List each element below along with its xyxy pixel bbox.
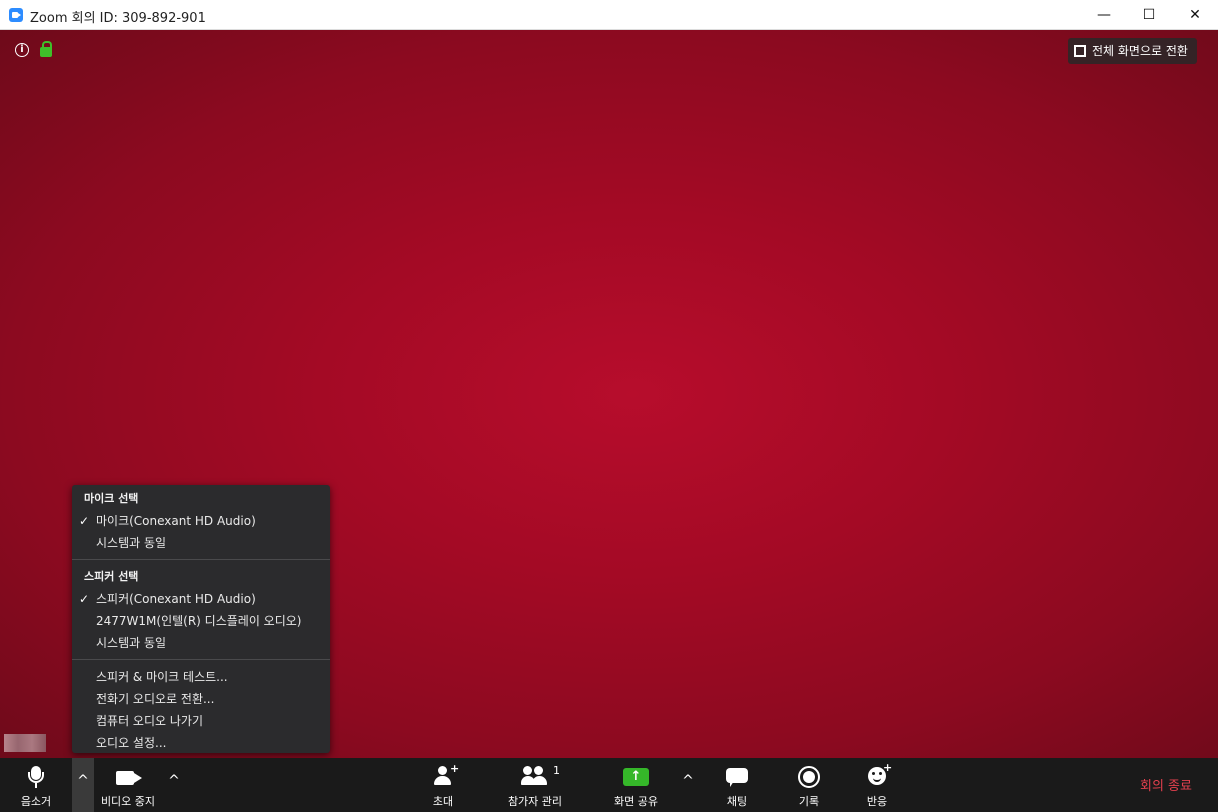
plus-sign: + bbox=[450, 762, 460, 775]
zoom-app-icon bbox=[9, 8, 23, 22]
fullscreen-icon bbox=[1074, 45, 1086, 57]
stop-video-button[interactable]: 비디오 중지 bbox=[96, 758, 160, 812]
chat-label: 채팅 bbox=[726, 795, 748, 808]
menu-item-leave-computer-audio[interactable]: 컴퓨터 오디오 나가기 bbox=[72, 710, 330, 732]
share-screen-icon: ↑ bbox=[623, 766, 649, 786]
microphone-icon bbox=[26, 766, 46, 790]
menu-item-mic-conexant[interactable]: ✓ 마이크(Conexant HD Audio) bbox=[72, 510, 330, 532]
fullscreen-button[interactable]: 전체 화면으로 전환 bbox=[1068, 38, 1197, 64]
menu-divider bbox=[72, 559, 330, 560]
menu-item-label: 2477W1M(인텔(R) 디스플레이 오디오) bbox=[96, 614, 302, 628]
video-options-caret[interactable]: ^ bbox=[163, 758, 185, 812]
record-icon bbox=[798, 766, 820, 788]
check-icon: ✓ bbox=[79, 514, 90, 528]
reactions-button[interactable]: + 반응 bbox=[852, 758, 902, 812]
title-bar: Zoom 회의 ID: 309-892-901 — ☐ ✕ bbox=[0, 0, 1218, 30]
participant-count: 1 bbox=[553, 764, 560, 777]
window-title: Zoom 회의 ID: 309-892-901 bbox=[30, 11, 206, 26]
invite-label: 초대 bbox=[432, 795, 454, 808]
video-camera-icon bbox=[115, 766, 142, 785]
mute-label: 음소거 bbox=[20, 795, 52, 808]
menu-item-label: 전화기 오디오로 전환... bbox=[96, 692, 215, 706]
chat-icon bbox=[726, 766, 748, 787]
stop-video-label: 비디오 중지 bbox=[100, 795, 156, 808]
menu-item-speaker-conexant[interactable]: ✓ 스피커(Conexant HD Audio) bbox=[72, 588, 330, 610]
audio-options-caret[interactable]: ^ bbox=[72, 758, 94, 812]
menu-item-label: 시스템과 동일 bbox=[96, 636, 167, 650]
plus-sign: + bbox=[883, 761, 893, 774]
end-meeting-button[interactable]: 회의 종료 bbox=[1140, 775, 1192, 794]
participants-icon: 1 bbox=[521, 764, 560, 786]
close-button[interactable]: ✕ bbox=[1172, 0, 1218, 30]
share-screen-button[interactable]: ↑ 화면 공유 bbox=[604, 758, 668, 812]
share-screen-label: 화면 공유 bbox=[614, 795, 658, 808]
reactions-label: 반응 bbox=[866, 795, 888, 808]
check-icon: ✓ bbox=[79, 592, 90, 606]
share-arrow: ↑ bbox=[623, 768, 649, 786]
add-person-icon: + bbox=[433, 762, 459, 786]
record-button[interactable]: 기록 bbox=[784, 758, 834, 812]
meeting-toolbar: 음소거 ^ 비디오 중지 ^ + 초대 1 참가자 관리 ↑ 화면 공유 ^ 채… bbox=[0, 758, 1218, 812]
menu-item-mic-system[interactable]: 시스템과 동일 bbox=[72, 532, 330, 554]
mic-select-header: 마이크 선택 bbox=[84, 492, 139, 505]
minimize-button[interactable]: — bbox=[1081, 0, 1127, 30]
lock-icon[interactable] bbox=[40, 41, 52, 57]
menu-item-label: 오디오 설정... bbox=[96, 736, 167, 750]
menu-divider bbox=[72, 659, 330, 660]
invite-button[interactable]: + 초대 bbox=[418, 758, 468, 812]
menu-item-label: 스피커 & 마이크 테스트... bbox=[96, 670, 228, 684]
record-label: 기록 bbox=[798, 795, 820, 808]
menu-item-speaker-system[interactable]: 시스템과 동일 bbox=[72, 632, 330, 654]
participant-name-blurred bbox=[4, 734, 46, 752]
menu-item-speaker-display[interactable]: 2477W1M(인텔(R) 디스플레이 오디오) bbox=[72, 610, 330, 632]
menu-item-label: 마이크(Conexant HD Audio) bbox=[96, 514, 256, 528]
info-icon[interactable]: i bbox=[15, 43, 29, 57]
manage-participants-label: 참가자 관리 bbox=[507, 795, 563, 808]
menu-item-audio-test[interactable]: 스피커 & 마이크 테스트... bbox=[72, 666, 330, 688]
menu-item-label: 스피커(Conexant HD Audio) bbox=[96, 592, 256, 606]
fullscreen-label: 전체 화면으로 전환 bbox=[1092, 44, 1188, 58]
share-options-caret[interactable]: ^ bbox=[677, 758, 699, 812]
menu-item-switch-phone-audio[interactable]: 전화기 오디오로 전환... bbox=[72, 688, 330, 710]
menu-item-label: 시스템과 동일 bbox=[96, 536, 167, 550]
audio-menu: 마이크 선택 ✓ 마이크(Conexant HD Audio) 시스템과 동일 … bbox=[72, 485, 330, 753]
menu-item-label: 컴퓨터 오디오 나가기 bbox=[96, 714, 203, 728]
speaker-select-header: 스피커 선택 bbox=[84, 570, 139, 583]
maximize-button[interactable]: ☐ bbox=[1126, 0, 1172, 30]
chat-button[interactable]: 채팅 bbox=[712, 758, 762, 812]
mute-button[interactable]: 음소거 bbox=[8, 758, 64, 812]
menu-item-audio-settings[interactable]: 오디오 설정... bbox=[72, 732, 330, 754]
manage-participants-button[interactable]: 1 참가자 관리 bbox=[500, 758, 570, 812]
emoji-icon: + bbox=[868, 761, 892, 785]
